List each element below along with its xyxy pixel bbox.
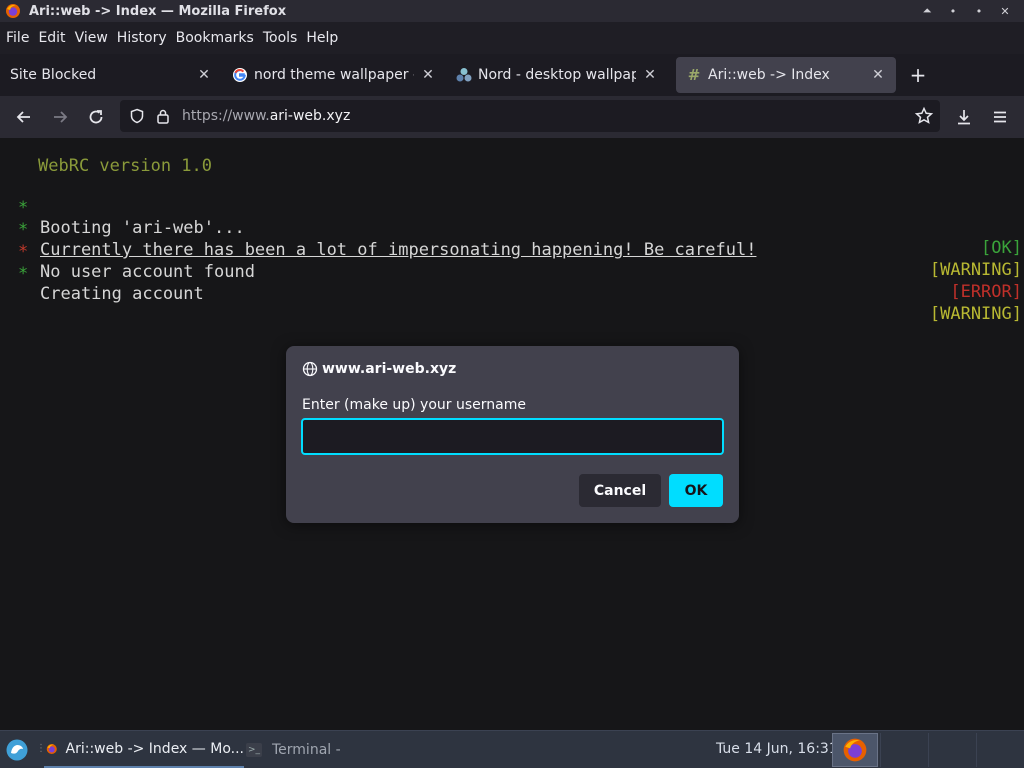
app-launcher-icon[interactable] — [6, 739, 28, 761]
version-line: WebRC version 1.0 — [38, 156, 212, 176]
tab-label: Ari::web -> Index — [708, 67, 830, 83]
forward-arrow-icon — [54, 111, 68, 123]
dialog-prompt: Enter (make up) your username — [302, 397, 526, 413]
tab-label: Site Blocked — [10, 67, 97, 83]
navigation-toolbar: https://www.ari-web.xyz — [0, 96, 1024, 138]
ok-button[interactable]: OK — [669, 474, 723, 507]
workspace-slot[interactable] — [880, 733, 926, 767]
url-text[interactable]: https://www.ari-web.xyz — [182, 108, 350, 124]
download-icon — [958, 110, 970, 125]
task-label: Terminal - — [272, 741, 341, 758]
back-button[interactable] — [6, 99, 42, 135]
google-icon — [233, 68, 247, 82]
menu-bookmarks[interactable]: Bookmarks — [176, 30, 254, 46]
menu-bar: File Edit View History Bookmarks Tools H… — [0, 22, 1024, 54]
maximize-icon[interactable]: • — [966, 0, 992, 22]
tray-firefox-button[interactable] — [832, 733, 878, 767]
log-line: * Booting 'ari-web'... [OK] — [0, 178, 1024, 258]
tab-label: nord theme wallpaper - G — [254, 67, 414, 83]
cancel-button[interactable]: Cancel — [579, 474, 661, 507]
close-tab-icon[interactable]: ✕ — [642, 67, 658, 83]
close-window-icon[interactable]: ✕ — [992, 0, 1018, 22]
firefox-icon — [843, 738, 867, 762]
workspace-slot[interactable] — [928, 733, 974, 767]
forward-button[interactable] — [42, 99, 78, 135]
taskbar-terminal-task[interactable]: >_ Terminal - — [246, 731, 341, 768]
log-status: [WARNING] — [929, 304, 1022, 324]
hash-icon: # — [687, 66, 701, 84]
nord-icon — [456, 68, 472, 82]
url-bar[interactable]: https://www.ari-web.xyz — [120, 100, 940, 132]
keep-above-icon[interactable]: ⏶ — [914, 0, 940, 22]
new-tab-button[interactable]: + — [900, 57, 936, 93]
menu-edit[interactable]: Edit — [38, 30, 65, 46]
workspace-slot[interactable] — [976, 733, 1022, 767]
reload-icon — [89, 110, 103, 124]
menu-view[interactable]: View — [75, 30, 108, 46]
taskbar-firefox-task[interactable]: Ari::web -> Index — Mo... — [44, 731, 244, 768]
url-domain: ari-web.xyz — [269, 108, 351, 124]
log-line: * No user account found [ERROR] — [0, 222, 1024, 302]
task-label: Ari::web -> Index — Mo... — [65, 740, 244, 757]
hamburger-menu-icon — [994, 111, 1006, 123]
url-prefix: https://www. — [182, 108, 270, 124]
tab-nord-theme-wallpaper[interactable]: nord theme wallpaper - G ✕ — [222, 57, 446, 93]
username-input[interactable] — [301, 418, 724, 455]
window-titlebar: Ari::web -> Index — Mozilla Firefox ⏶ • … — [0, 0, 1024, 22]
prompt-dialog: www.ari-web.xyz Enter (make up) your use… — [286, 346, 739, 523]
globe-icon — [302, 361, 318, 377]
reload-button[interactable] — [78, 99, 114, 135]
back-arrow-icon — [16, 111, 30, 123]
close-tab-icon[interactable]: ✕ — [870, 67, 886, 83]
tab-strip: Site Blocked ✕ nord theme wallpaper - G … — [0, 54, 1024, 96]
close-tab-icon[interactable]: ✕ — [196, 67, 212, 83]
log-status: [ERROR] — [950, 282, 1022, 302]
dialog-header: www.ari-web.xyz — [302, 361, 456, 377]
log-bullet: * — [18, 264, 29, 284]
taskbar: ⋮ Ari::web -> Index — Mo... >_ Terminal … — [0, 730, 1024, 768]
lock-icon[interactable] — [154, 107, 172, 125]
log-line: * Creating account [WARNING] — [0, 244, 1024, 324]
tracking-shield-icon[interactable] — [128, 107, 146, 125]
tab-nord-desktop-wallpaper[interactable]: Nord - desktop wallpaper ✕ — [446, 57, 668, 93]
tab-site-blocked[interactable]: Site Blocked ✕ — [0, 57, 222, 93]
tab-ari-web-index[interactable]: # Ari::web -> Index ✕ — [676, 57, 896, 93]
menu-tools[interactable]: Tools — [263, 30, 298, 46]
tab-label: Nord - desktop wallpaper — [478, 67, 636, 83]
firefox-icon — [6, 4, 20, 18]
downloads-button[interactable] — [946, 99, 982, 135]
dialog-site: www.ari-web.xyz — [322, 361, 457, 377]
minimize-icon[interactable]: • — [940, 0, 966, 22]
clock[interactable]: Tue 14 Jun, 16:31 — [716, 741, 838, 757]
close-tab-icon[interactable]: ✕ — [420, 67, 436, 83]
bookmark-star-icon[interactable] — [914, 106, 934, 126]
menu-help[interactable]: Help — [306, 30, 338, 46]
app-menu-button[interactable] — [982, 99, 1018, 135]
log-message: Creating account — [40, 284, 204, 304]
terminal-icon: >_ — [246, 742, 262, 757]
firefox-icon — [46, 743, 57, 754]
log-line: * Currently there has been a lot of impe… — [0, 200, 1024, 280]
menu-history[interactable]: History — [117, 30, 167, 46]
window-title: Ari::web -> Index — Mozilla Firefox — [29, 3, 287, 19]
menu-file[interactable]: File — [6, 30, 29, 46]
